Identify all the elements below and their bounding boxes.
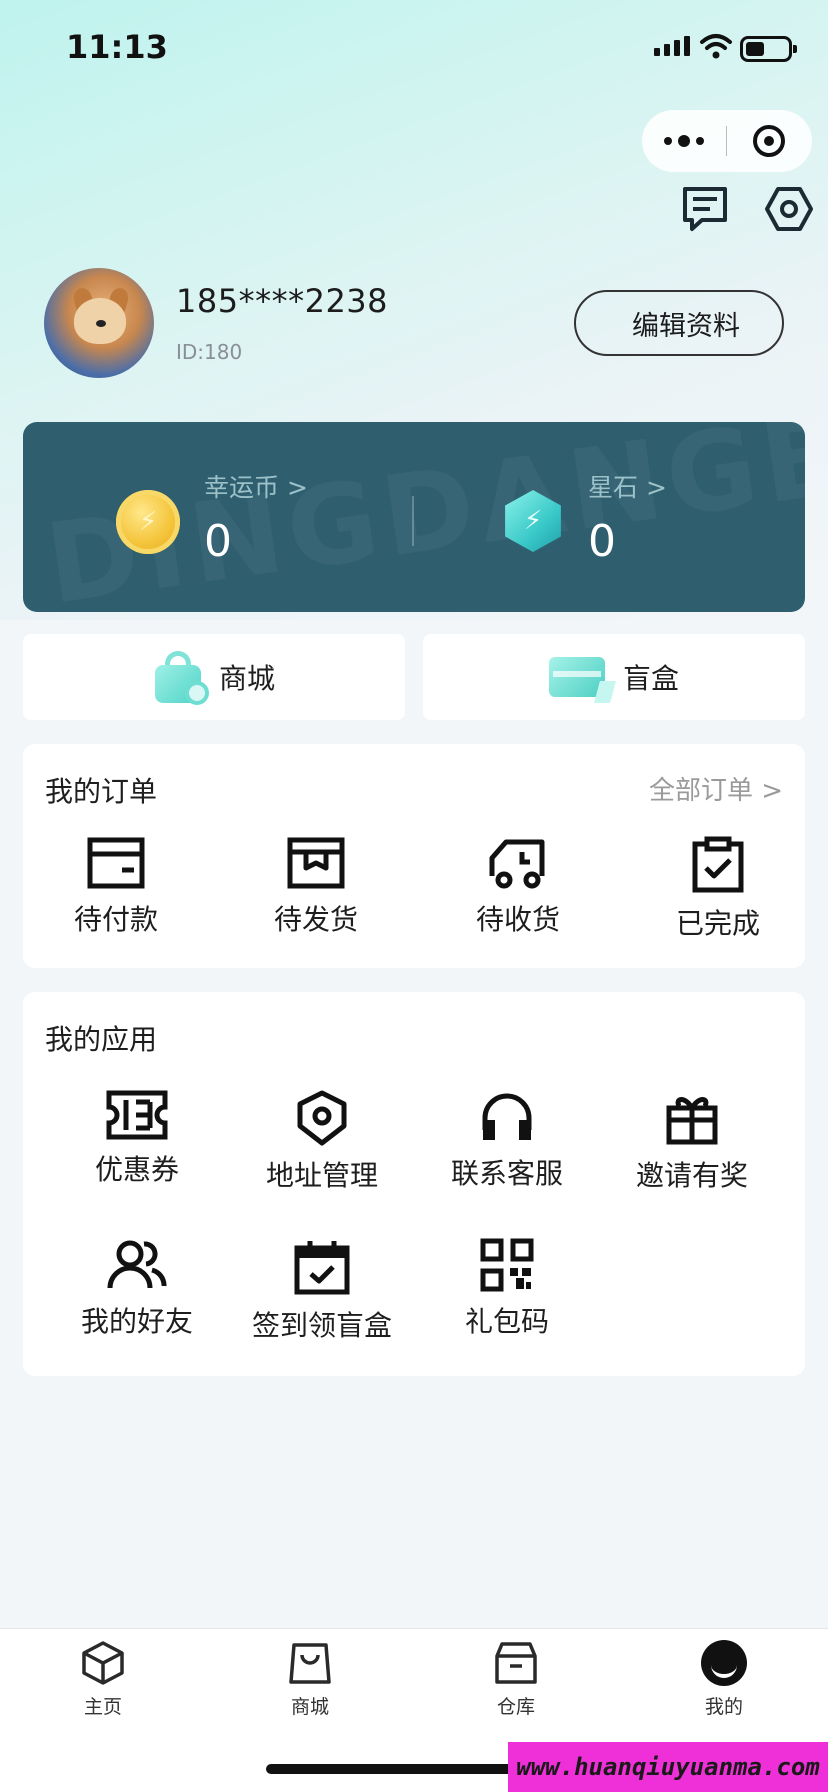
shopping-bag-icon (289, 1643, 331, 1684)
lucky-coin-link[interactable]: 幸运币 > (204, 468, 308, 504)
tab-home-label: 主页 (83, 1696, 122, 1718)
more-dot-icon (678, 135, 690, 147)
tab-home[interactable]: 主页 (43, 1640, 163, 1719)
tab-me-label: 我的 (704, 1696, 743, 1718)
blind-box-shortcut-label: 盲盒 (622, 662, 679, 695)
wallet-icon (87, 837, 145, 889)
close-miniprogram-button[interactable] (727, 110, 811, 172)
app-invite-reward-label: 邀请有奖 (635, 1159, 748, 1192)
tab-warehouse-label: 仓库 (496, 1696, 535, 1718)
calendar-check-icon (294, 1241, 350, 1295)
battery-icon (740, 36, 797, 62)
app-gift-code[interactable]: 礼包码 (412, 1238, 602, 1340)
app-customer-service[interactable]: 联系客服 (412, 1090, 602, 1192)
order-pending-payment-label: 待付款 (73, 903, 158, 936)
app-coupons[interactable]: 优惠券 (42, 1090, 232, 1188)
package-icon (287, 837, 345, 889)
settings-hexagon-icon[interactable] (764, 184, 814, 234)
order-pending-payment[interactable]: 待付款 (21, 836, 211, 938)
order-pending-receipt[interactable]: 待收货 (423, 836, 613, 938)
app-coupons-label: 优惠券 (94, 1153, 179, 1186)
star-stone-value: 0 (588, 516, 616, 567)
lucky-coin-value: 0 (204, 516, 232, 567)
app-checkin-blind-box-label: 签到领盲盒 (251, 1309, 392, 1342)
orders-card: 我的订单 全部订单 > 待付款 待发货 待收货 已完成 (23, 744, 805, 968)
tab-shop[interactable]: 商城 (250, 1640, 370, 1719)
tab-me[interactable]: 我的 (664, 1640, 784, 1719)
gift-icon (666, 1097, 718, 1145)
miniprogram-capsule (642, 110, 812, 172)
clipboard-check-icon (692, 836, 744, 893)
qrcode-icon (480, 1238, 534, 1292)
order-completed[interactable]: 已完成 (623, 836, 813, 942)
profile-face-icon (701, 1640, 747, 1686)
all-orders-link[interactable]: 全部订单 > (649, 770, 783, 807)
more-menu-button[interactable] (642, 110, 726, 172)
app-customer-service-label: 联系客服 (450, 1157, 563, 1190)
wallet-divider (412, 496, 414, 546)
app-invite-reward[interactable]: 邀请有奖 (597, 1090, 787, 1194)
more-dot-icon (696, 137, 704, 145)
order-completed-label: 已完成 (675, 907, 760, 940)
app-gift-code-label: 礼包码 (464, 1305, 549, 1338)
shop-shortcut-button[interactable]: 商城 (23, 634, 405, 720)
app-my-friends-label: 我的好友 (80, 1305, 193, 1338)
coupon-icon (106, 1090, 168, 1140)
lucky-coin-icon: ⚡ (116, 490, 180, 554)
edit-profile-button[interactable]: 编辑资料 (574, 290, 784, 356)
tab-warehouse[interactable]: 仓库 (456, 1640, 576, 1719)
app-address-label: 地址管理 (265, 1159, 378, 1192)
wifi-icon (700, 34, 732, 59)
order-pending-receipt-label: 待收货 (475, 903, 560, 936)
app-address[interactable]: 地址管理 (227, 1090, 417, 1194)
shop-shortcut-label: 商城 (218, 662, 275, 695)
target-icon (753, 125, 785, 157)
apps-card: 我的应用 优惠券 地址管理 联系客服 邀请有奖 我的好友 签到领盲盒 礼包码 (23, 992, 805, 1376)
user-phone: 185****2238 (176, 282, 389, 320)
orders-title: 我的订单 (45, 775, 158, 808)
blind-box-shortcut-button[interactable]: 盲盒 (423, 634, 805, 720)
friends-icon (107, 1240, 167, 1289)
site-watermark: www.huanqiuyuanma.com (508, 1742, 828, 1792)
truck-icon (489, 839, 545, 889)
cellular-signal-icon (654, 36, 690, 56)
order-pending-shipment-label: 待发货 (273, 903, 358, 936)
user-id: ID:180 (176, 340, 243, 364)
cube-icon (82, 1641, 124, 1685)
message-icon[interactable] (680, 184, 730, 234)
more-dot-icon (664, 137, 672, 145)
app-checkin-blind-box[interactable]: 签到领盲盒 (227, 1238, 417, 1344)
avatar[interactable] (44, 268, 154, 378)
location-icon (297, 1090, 347, 1146)
blind-box-icon (548, 649, 616, 705)
warehouse-box-icon (495, 1642, 537, 1684)
star-stone-link[interactable]: 星石 > (588, 468, 667, 504)
app-my-friends[interactable]: 我的好友 (42, 1238, 232, 1340)
apps-title: 我的应用 (45, 1023, 158, 1056)
status-time: 11:13 (66, 28, 168, 66)
shop-bag-icon (153, 649, 209, 705)
tab-shop-label: 商城 (290, 1696, 329, 1718)
order-pending-shipment[interactable]: 待发货 (221, 836, 411, 938)
headphones-icon (482, 1093, 532, 1140)
